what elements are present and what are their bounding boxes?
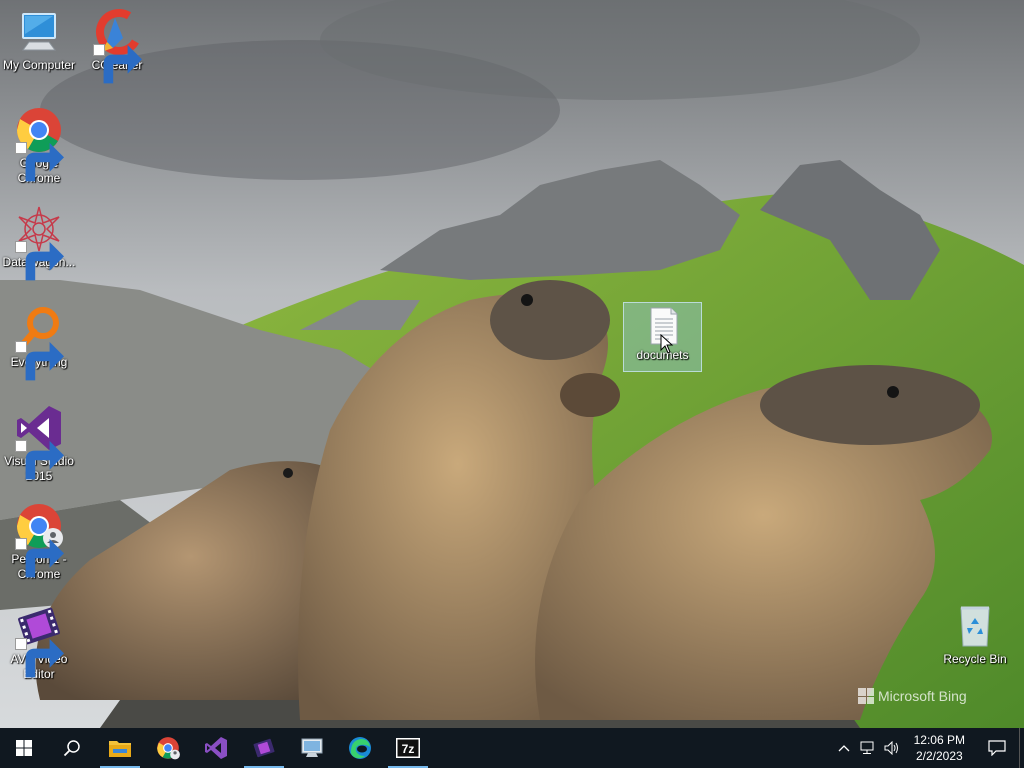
taskbar-7zip[interactable]: 7z xyxy=(384,728,432,768)
start-button[interactable] xyxy=(0,728,48,768)
visual-studio-icon xyxy=(205,737,227,759)
everything-search-icon xyxy=(15,305,64,381)
clock-time: 12:06 PM xyxy=(913,733,965,747)
volume-button[interactable] xyxy=(880,728,904,768)
mouse-cursor-icon xyxy=(660,334,674,354)
visual-studio-icon xyxy=(15,404,64,480)
folder-icon xyxy=(109,741,131,757)
edge-icon xyxy=(349,737,371,759)
bing-watermark: Microsoft Bing xyxy=(858,688,967,704)
shortcut-arrow-icon xyxy=(15,341,64,381)
taskbar-visual-studio[interactable] xyxy=(192,728,240,768)
datawagon-icon xyxy=(15,205,64,281)
desktop-icon-everything[interactable]: Everything xyxy=(0,305,78,381)
chrome-profile-icon xyxy=(15,502,64,578)
show-hidden-icons-button[interactable] xyxy=(832,728,856,768)
shortcut-arrow-icon xyxy=(15,241,64,281)
avs-video-editor-icon xyxy=(15,602,64,678)
shortcut-arrow-icon xyxy=(15,638,64,678)
clock-button[interactable]: 12:06 PM 2/2/2023 xyxy=(904,732,975,764)
clock-date: 2/2/2023 xyxy=(915,749,963,763)
ccleaner-icon xyxy=(93,8,142,84)
desktop-icon-visual-studio[interactable]: Visual Studio 2015 xyxy=(0,404,78,484)
network-button[interactable] xyxy=(856,728,880,768)
shortcut-arrow-icon xyxy=(15,142,64,182)
recycle-bin-icon xyxy=(951,602,999,650)
taskbar: 7z 12:06 PM 2/2/2023 xyxy=(0,728,1024,768)
desktop-icon-person-1-chrome[interactable]: Person 1 - Chrome xyxy=(0,502,78,582)
desktop-icon-datawagon[interactable]: DataWagon... xyxy=(0,205,78,281)
desktop-icon-my-computer[interactable]: My Computer xyxy=(0,8,78,73)
avs-video-editor-icon xyxy=(253,738,275,758)
watermark-text: Microsoft Bing xyxy=(878,688,967,704)
windows-logo-icon xyxy=(16,740,32,756)
desktop-icon-google-chrome[interactable]: Google Chrome xyxy=(0,106,78,186)
desktop-icon-label: My Computer xyxy=(2,58,76,72)
network-icon xyxy=(860,741,874,754)
shortcut-arrow-icon xyxy=(15,538,64,578)
taskbar-edge[interactable] xyxy=(336,728,384,768)
desktop-wallpaper xyxy=(0,0,1024,728)
taskbar-avs-video-editor[interactable] xyxy=(240,728,288,768)
system-tray: 12:06 PM 2/2/2023 xyxy=(832,728,1024,768)
svg-text:7z: 7z xyxy=(402,742,415,756)
shortcut-arrow-icon xyxy=(93,44,142,84)
taskbar-control-panel[interactable] xyxy=(288,728,336,768)
shortcut-arrow-icon xyxy=(15,440,64,480)
desktop-icon-recycle-bin[interactable]: Recycle Bin xyxy=(936,602,1014,667)
desktop-icon-avs-video-editor[interactable]: AVS Video Editor xyxy=(0,602,78,682)
desktop-icon-ccleaner[interactable]: CCleaner xyxy=(78,8,156,84)
control-panel-icon xyxy=(301,738,323,757)
taskbar-file-explorer[interactable] xyxy=(96,728,144,768)
chrome-profile-icon xyxy=(157,737,180,760)
action-center-button[interactable] xyxy=(975,728,1019,768)
search-button[interactable] xyxy=(48,728,96,768)
speaker-icon xyxy=(884,741,898,755)
desktop-icon-label: Recycle Bin xyxy=(943,652,1007,666)
show-desktop-button[interactable] xyxy=(1019,728,1024,768)
computer-icon xyxy=(15,8,63,56)
search-icon xyxy=(63,740,80,757)
chrome-icon xyxy=(15,106,64,182)
taskbar-chrome-profile[interactable] xyxy=(144,728,192,768)
chevron-up-icon xyxy=(838,745,850,752)
7zip-icon: 7z xyxy=(396,738,420,758)
microsoft-logo-icon xyxy=(858,688,874,704)
notification-icon xyxy=(988,740,1006,756)
